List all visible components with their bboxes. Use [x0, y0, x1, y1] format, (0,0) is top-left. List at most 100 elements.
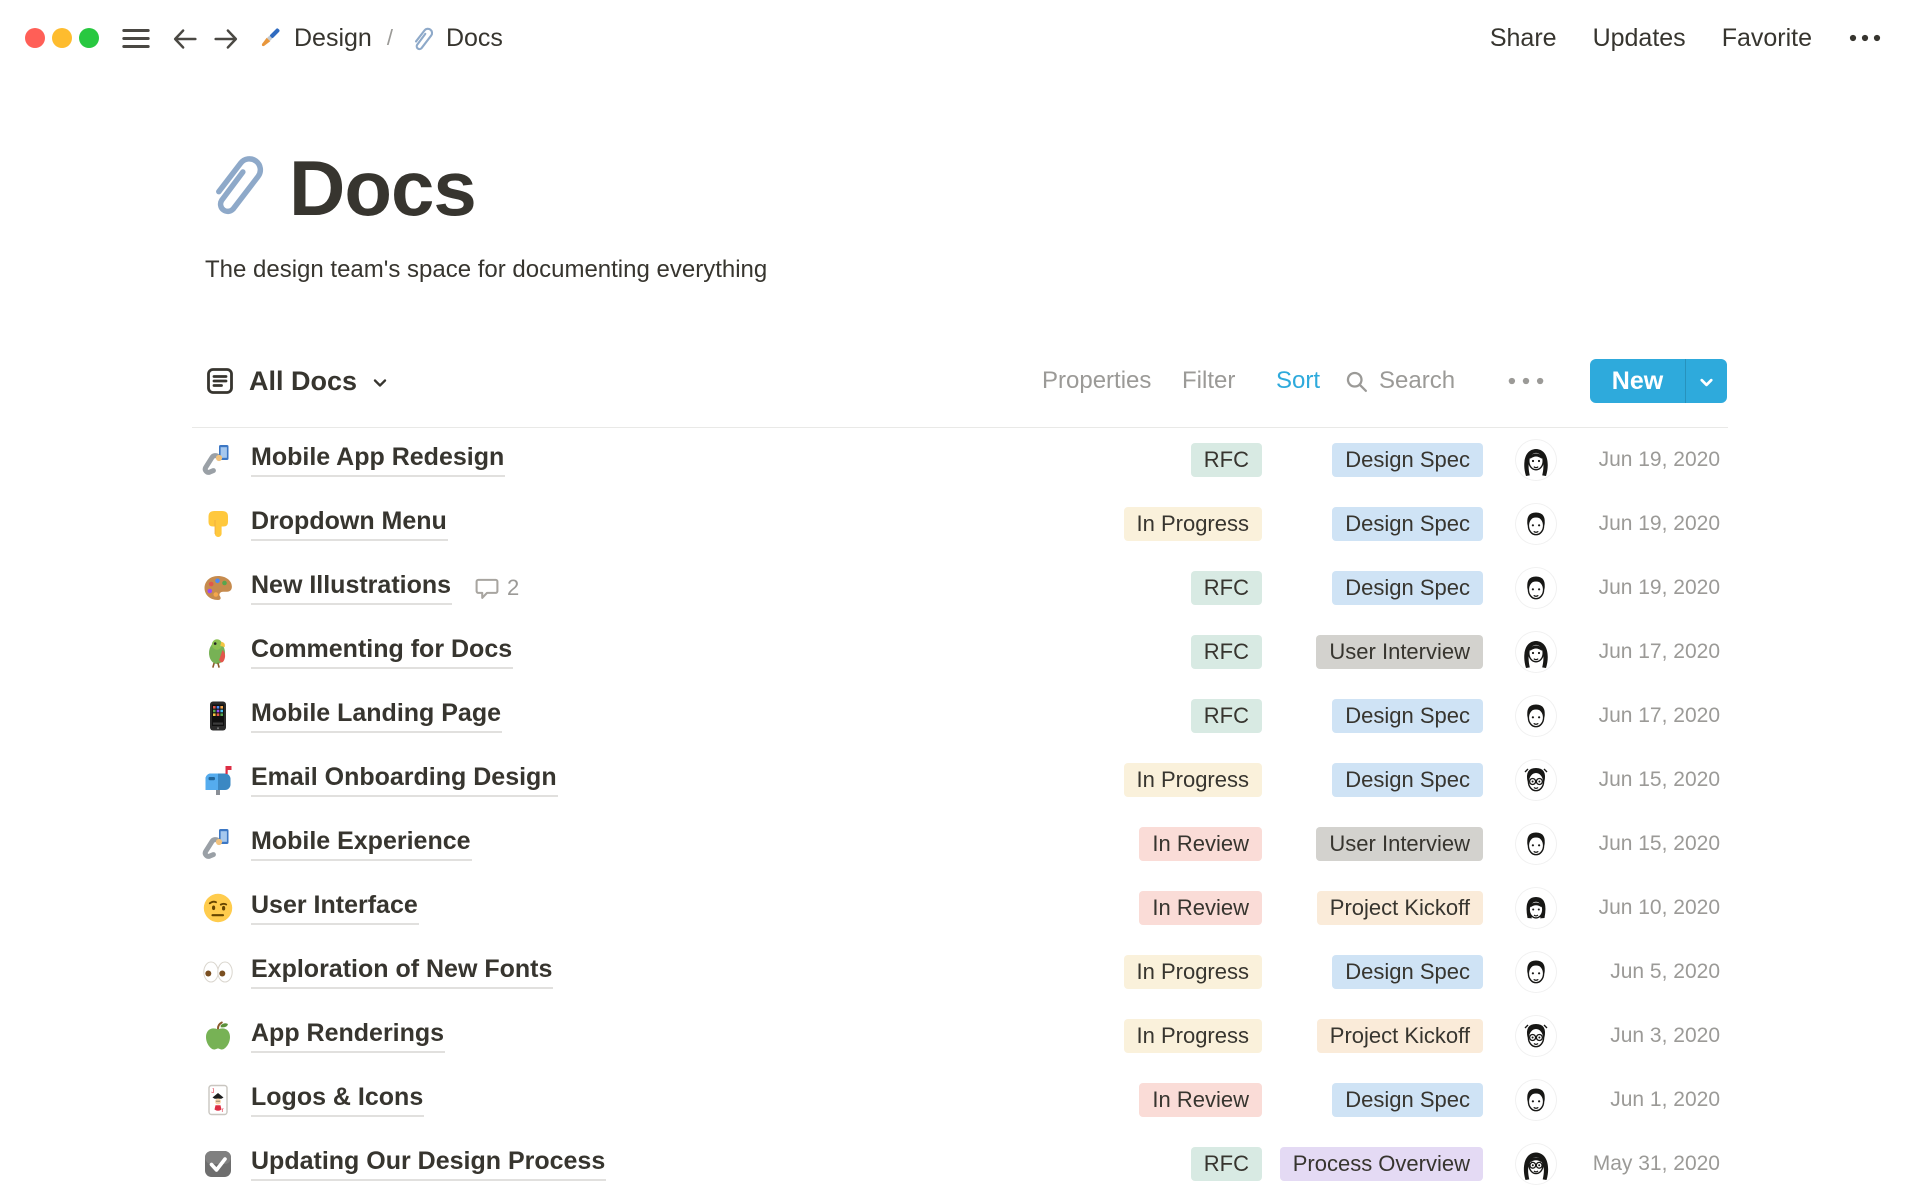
doc-type-badge: Design Spec [1332, 443, 1483, 477]
row-main: Updating Our Design Process [251, 1132, 607, 1196]
date-label: Jun 10, 2020 [1598, 896, 1720, 919]
avatar-man-short-hair [1516, 1080, 1556, 1120]
doc-title-link[interactable]: User Interface [251, 891, 419, 925]
date-label: Jun 17, 2020 [1598, 640, 1720, 663]
favorite-button[interactable]: Favorite [1722, 24, 1812, 53]
comment-bubble-icon [474, 575, 500, 601]
doc-title-link[interactable]: Commenting for Docs [251, 635, 514, 669]
table-row[interactable]: Updating Our Design Process RFC Process … [192, 1132, 1728, 1196]
page-paperclip-icon[interactable] [198, 146, 268, 222]
eyes-icon [202, 956, 234, 988]
date-label: Jun 15, 2020 [1598, 832, 1720, 855]
status-badge: In Progress [1123, 507, 1262, 541]
table-row[interactable]: Mobile Experience In Review User Intervi… [192, 812, 1728, 876]
selfie-icon [202, 444, 234, 476]
doc-title-link[interactable]: Email Onboarding Design [251, 763, 558, 797]
doc-title-link[interactable]: Dropdown Menu [251, 507, 448, 541]
doc-title-link[interactable]: Exploration of New Fonts [251, 955, 554, 989]
avatar-man-glasses [1516, 760, 1556, 800]
forward-arrow-icon[interactable] [211, 24, 241, 54]
mobile-phone-icon [202, 700, 234, 732]
status-badge: In Progress [1123, 763, 1262, 797]
properties-button[interactable]: Properties [1042, 356, 1151, 406]
table-row[interactable]: Dropdown Menu In Progress Design Spec Ju… [192, 492, 1728, 556]
traffic-lights [25, 28, 99, 48]
doc-title-link[interactable]: App Renderings [251, 1019, 446, 1053]
share-button[interactable]: Share [1490, 24, 1557, 53]
green-apple-icon [202, 1020, 234, 1052]
row-main: New Illustrations 2 [251, 556, 519, 620]
toolbar-more-icon[interactable] [1506, 356, 1546, 406]
table-row[interactable]: Jr Logos & Icons In Review Design Spec J… [192, 1068, 1728, 1132]
new-dropdown-button[interactable] [1686, 359, 1727, 403]
doc-title-link[interactable]: Mobile Landing Page [251, 699, 503, 733]
avatar-man-glasses [1516, 1016, 1556, 1056]
table-row[interactable]: Exploration of New Fonts In Progress Des… [192, 940, 1728, 1004]
status-badge: In Review [1139, 891, 1262, 925]
filter-button[interactable]: Filter [1182, 356, 1235, 406]
minimize-window-button[interactable] [52, 28, 72, 48]
palette-icon [202, 572, 234, 604]
sort-button[interactable]: Sort [1276, 356, 1320, 406]
status-badge: In Review [1139, 827, 1262, 861]
doc-type-badge: Design Spec [1332, 571, 1483, 605]
date-label: Jun 19, 2020 [1598, 448, 1720, 471]
joker-card-icon: Jr [202, 1084, 234, 1116]
search-button[interactable]: Search [1344, 356, 1455, 406]
mailbox-icon [202, 764, 234, 796]
more-options-icon[interactable] [1848, 33, 1882, 43]
back-arrow-icon[interactable] [170, 24, 200, 54]
doc-title-link[interactable]: Mobile Experience [251, 827, 472, 861]
status-badge: RFC [1190, 443, 1262, 477]
new-button-group: New [1590, 359, 1727, 403]
table-row[interactable]: Commenting for Docs RFC User Interview J… [192, 620, 1728, 684]
parrot-icon [202, 636, 234, 668]
breadcrumb-label: Design [294, 23, 372, 52]
table-row[interactable]: Mobile App Redesign RFC Design Spec Jun … [192, 428, 1728, 492]
row-main: Mobile Landing Page [251, 684, 503, 748]
search-icon [1344, 369, 1369, 394]
zoom-window-button[interactable] [79, 28, 99, 48]
date-label: Jun 17, 2020 [1598, 704, 1720, 727]
doc-title-link[interactable]: Mobile App Redesign [251, 443, 506, 477]
status-badge: In Review [1139, 1083, 1262, 1117]
table-row[interactable]: Mobile Landing Page RFC Design Spec Jun … [192, 684, 1728, 748]
doc-title-link[interactable]: Updating Our Design Process [251, 1147, 607, 1181]
comment-count-label: 2 [507, 575, 520, 600]
docs-table: Mobile App Redesign RFC Design Spec Jun … [192, 428, 1728, 1196]
page-title: Docs [289, 144, 477, 232]
status-badge: RFC [1190, 699, 1262, 733]
database-toolbar: All Docs Properties Filter Sort Search N… [192, 356, 1728, 406]
close-window-button[interactable] [25, 28, 45, 48]
doc-title-link[interactable]: New Illustrations [251, 571, 453, 605]
row-main: App Renderings [251, 1004, 446, 1068]
row-main: Email Onboarding Design [251, 748, 558, 812]
row-main: Commenting for Docs [251, 620, 514, 684]
doc-type-badge: Process Overview [1279, 1147, 1483, 1181]
table-row[interactable]: App Renderings In Progress Project Kicko… [192, 1004, 1728, 1068]
point-down-icon [202, 508, 234, 540]
table-row[interactable]: New Illustrations 2 RFC Design Spec Jun … [192, 556, 1728, 620]
view-switcher-all-docs[interactable]: All Docs [204, 356, 390, 406]
new-button[interactable]: New [1590, 359, 1685, 403]
chevron-down-icon [1697, 373, 1716, 392]
updates-button[interactable]: Updates [1593, 24, 1686, 53]
avatar-woman-long-hair [1516, 632, 1556, 672]
date-label: May 31, 2020 [1592, 1152, 1720, 1175]
checkbox-icon [202, 1148, 234, 1180]
date-label: Jun 1, 2020 [1610, 1088, 1720, 1111]
row-main: Exploration of New Fonts [251, 940, 554, 1004]
doc-title-link[interactable]: Logos & Icons [251, 1083, 425, 1117]
hamburger-icon[interactable] [121, 27, 151, 50]
header-actions: Share Updates Favorite [1490, 0, 1882, 76]
breadcrumb-item-docs[interactable]: Docs [408, 24, 503, 53]
view-label: All Docs [249, 365, 358, 396]
breadcrumb-item-design[interactable]: Design [256, 24, 372, 53]
list-view-icon [204, 365, 236, 397]
window-header: Design / Docs Share Updates Favorite [0, 0, 1920, 76]
breadcrumb-separator: / [386, 25, 393, 50]
row-main: Dropdown Menu [251, 492, 448, 556]
table-row[interactable]: User Interface In Review Project Kickoff… [192, 876, 1728, 940]
doc-type-badge: Design Spec [1332, 699, 1483, 733]
table-row[interactable]: Email Onboarding Design In Progress Desi… [192, 748, 1728, 812]
